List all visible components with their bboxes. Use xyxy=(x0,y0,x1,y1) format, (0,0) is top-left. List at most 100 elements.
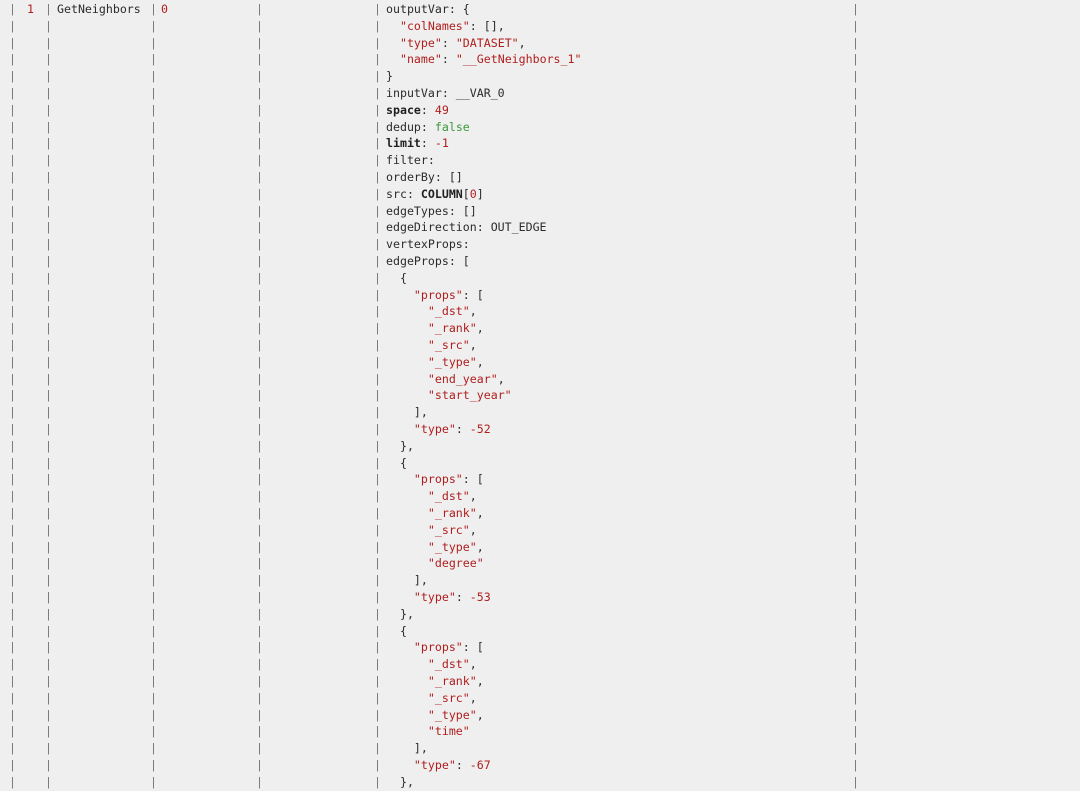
operator-info-text: "props": [ xyxy=(413,287,484,302)
plan-row-continuation-line: | | | | | | "_type", xyxy=(0,354,1080,371)
operator-info-text: ], xyxy=(386,741,428,756)
plan-row-continuation-line: | | | | | | "_dst", xyxy=(0,488,1080,505)
column-separator: | xyxy=(150,304,157,319)
column-separator: | xyxy=(45,606,52,621)
column-separator: | xyxy=(256,590,263,604)
column-separator: | xyxy=(9,254,16,268)
column-separator: | xyxy=(150,86,157,100)
column-separator: | xyxy=(45,287,52,302)
column-separator: | xyxy=(150,506,157,520)
plan-row-continuation-line: | | | | | | filter: xyxy=(0,152,1080,169)
column-separator: | xyxy=(374,741,381,756)
column-separator: | xyxy=(150,153,157,168)
column-separator: | xyxy=(150,489,157,504)
column-separator: | xyxy=(852,758,859,772)
column-separator: | xyxy=(256,270,263,285)
column-separator: | xyxy=(9,338,16,352)
operator-info-text: edgeTypes: [] xyxy=(386,203,477,218)
operator-info-text: outputVar: { xyxy=(386,2,470,16)
column-separator: | xyxy=(150,690,157,705)
column-separator: | xyxy=(9,186,16,201)
column-separator: | xyxy=(45,270,52,285)
plan-row-continuation-line: | | | | | | "_src", xyxy=(0,522,1080,539)
column-separator: | xyxy=(256,18,263,33)
column-separator: | xyxy=(374,2,381,16)
column-separator: | xyxy=(9,388,16,403)
column-separator: | xyxy=(150,52,157,67)
column-separator: | xyxy=(45,640,52,655)
column-separator: | xyxy=(150,438,157,453)
column-separator: | xyxy=(852,573,859,588)
column-separator: | xyxy=(150,674,157,688)
column-separator: | xyxy=(256,52,263,67)
column-separator: | xyxy=(45,741,52,756)
column-separator: | xyxy=(256,489,263,504)
column-separator: | xyxy=(45,371,52,386)
plan-row-continuation-line: | | | | | |} xyxy=(0,68,1080,85)
column-separator: | xyxy=(852,438,859,453)
column-separator: | xyxy=(256,422,263,436)
column-separator: | xyxy=(150,758,157,772)
column-separator: | xyxy=(374,102,381,117)
column-separator: | xyxy=(150,741,157,756)
column-separator: | xyxy=(45,573,52,588)
column-separator: | xyxy=(9,371,16,386)
column-separator: | xyxy=(45,556,52,571)
column-separator: | xyxy=(45,506,52,520)
column-separator: | xyxy=(852,472,859,487)
operator-info-text: "colNames": [], xyxy=(399,18,505,33)
column-separator: | xyxy=(150,724,157,739)
column-separator: | xyxy=(256,186,263,201)
column-separator: | xyxy=(150,69,157,84)
column-separator: | xyxy=(150,623,157,638)
column-separator: | xyxy=(852,69,859,84)
column-separator: | xyxy=(150,287,157,302)
operator-info-text: "props": [ xyxy=(413,640,484,655)
column-separator: | xyxy=(45,220,52,235)
column-separator: | xyxy=(150,422,157,436)
column-separator: | xyxy=(256,506,263,520)
column-separator: | xyxy=(45,35,52,50)
plan-row-continuation-line: | | | | | | edgeProps: [ xyxy=(0,253,1080,270)
column-separator: | xyxy=(256,287,263,302)
column-separator: | xyxy=(374,522,381,537)
column-separator: | xyxy=(45,338,52,352)
operator-info-text: "_src", xyxy=(427,338,477,352)
column-separator: | xyxy=(45,522,52,537)
column-separator: | xyxy=(45,489,52,504)
column-separator: | xyxy=(256,170,263,184)
operator-info-text: }, xyxy=(386,774,414,789)
column-separator: | xyxy=(256,405,263,420)
column-separator: | xyxy=(9,422,16,436)
column-separator: | xyxy=(852,338,859,352)
column-separator: | xyxy=(45,186,52,201)
column-separator: | xyxy=(45,623,52,638)
column-separator: | xyxy=(256,388,263,403)
column-separator: | xyxy=(256,237,263,252)
column-separator: | xyxy=(45,707,52,722)
plan-row-continuation-line: | | | | | | "_src", xyxy=(0,337,1080,354)
column-separator: | xyxy=(45,52,52,67)
column-separator: | xyxy=(374,606,381,621)
plan-row-continuation-line: | | | | | | edgeDirection: OUT_EDGE xyxy=(0,219,1080,236)
operator-info-text: orderBy: [] xyxy=(386,170,463,184)
column-separator: | xyxy=(9,707,16,722)
plan-row-continuation-line: | | | | | | "props": [ xyxy=(0,471,1080,488)
column-separator: | xyxy=(852,522,859,537)
plan-row-continuation-line: | | | | | | ], xyxy=(0,404,1080,421)
column-separator: | xyxy=(45,153,52,168)
column-separator: | xyxy=(9,472,16,487)
plan-row-continuation-line: | | | | | | orderBy: [] xyxy=(0,169,1080,186)
column-separator: | xyxy=(256,741,263,756)
plan-node-id: 1 xyxy=(27,2,34,16)
column-separator: | xyxy=(374,354,381,369)
plan-row-first-line: | | | | | | 1 GetNeighbors 0 outputVar: { xyxy=(0,1,1080,18)
column-separator: | xyxy=(45,388,52,403)
column-separator: | xyxy=(852,506,859,520)
column-separator: | xyxy=(852,774,859,789)
column-separator: | xyxy=(374,472,381,487)
column-separator: | xyxy=(9,136,16,151)
operator-info-text: edgeDirection: OUT_EDGE xyxy=(386,220,547,235)
operator-info-text: } xyxy=(386,69,393,84)
column-separator: | xyxy=(256,338,263,352)
